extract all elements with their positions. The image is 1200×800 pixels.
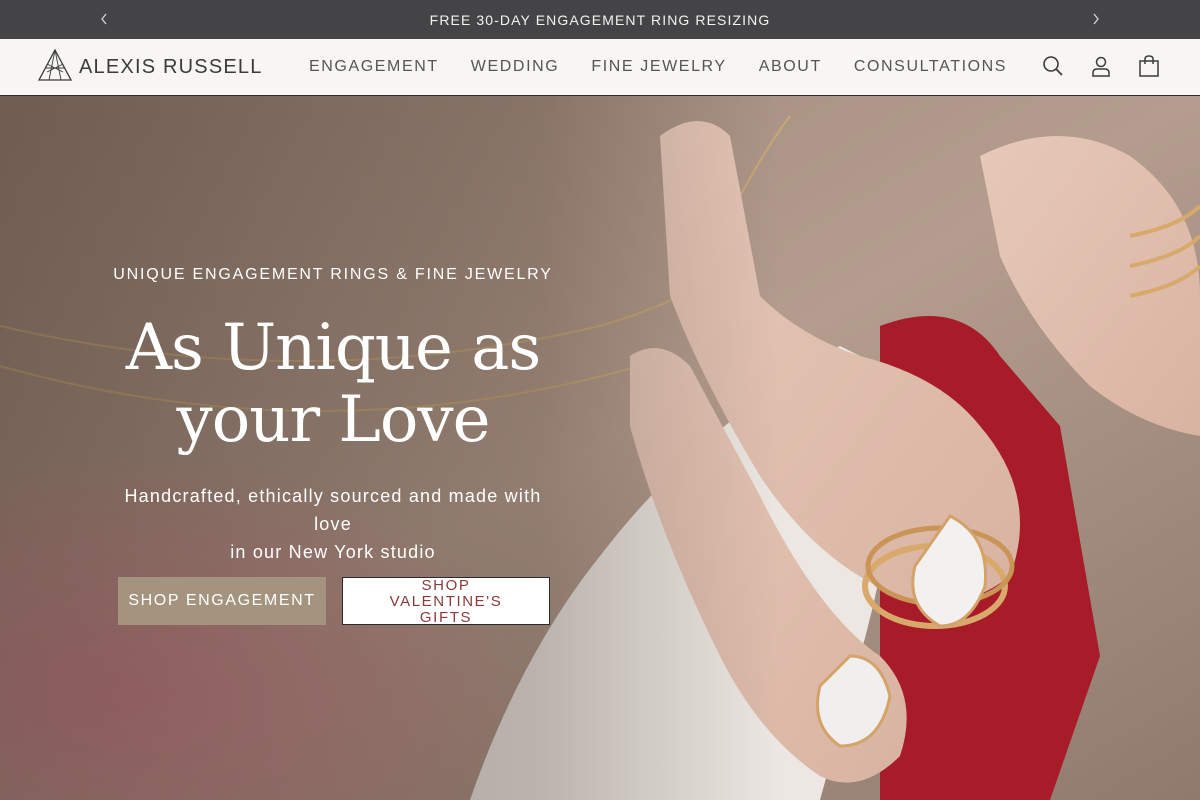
hero-eyebrow: UNIQUE ENGAGEMENT RINGS & FINE JEWELRY	[113, 266, 553, 283]
hero-headline-line1: As Unique as	[125, 311, 541, 385]
diamond-icon	[37, 48, 73, 87]
shop-engagement-button[interactable]: SHOP ENGAGEMENT	[118, 577, 326, 625]
hero-headline-line2: your Love	[176, 383, 491, 457]
site-header: ALEXIS RUSSELL ENGAGEMENT WEDDING FINE J…	[0, 39, 1200, 96]
announcement-bar: FREE 30-DAY ENGAGEMENT RING RESIZING	[0, 0, 1200, 39]
main-nav: ENGAGEMENT WEDDING FINE JEWELRY ABOUT CO…	[309, 39, 1039, 95]
nav-item-about[interactable]: ABOUT	[759, 58, 822, 76]
search-icon[interactable]	[1040, 53, 1066, 79]
chevron-right-icon[interactable]	[1088, 11, 1104, 27]
hero-subtext-line1: Handcrafted, ethically sourced and made …	[124, 486, 542, 534]
hero-cta-row: SHOP ENGAGEMENT SHOP VALENTINE'S GIFTS	[118, 577, 550, 626]
chevron-left-icon[interactable]	[96, 11, 112, 27]
nav-item-consultations[interactable]: CONSULTATIONS	[854, 58, 1007, 76]
brand-logo[interactable]: ALEXIS RUSSELL	[37, 48, 263, 87]
nav-item-engagement[interactable]: ENGAGEMENT	[309, 58, 439, 76]
nav-item-wedding[interactable]: WEDDING	[471, 58, 560, 76]
hero-content: UNIQUE ENGAGEMENT RINGS & FINE JEWELRY A…	[110, 266, 556, 566]
hero-subtext-line2: in our New York studio	[230, 542, 436, 562]
announcement-text: FREE 30-DAY ENGAGEMENT RING RESIZING	[429, 11, 771, 28]
header-actions	[1040, 53, 1162, 79]
hero-banner: UNIQUE ENGAGEMENT RINGS & FINE JEWELRY A…	[0, 96, 1200, 800]
nav-item-fine-jewelry[interactable]: FINE JEWELRY	[591, 58, 726, 76]
shop-valentines-line2: GIFTS	[419, 609, 473, 626]
hero-headline: As Unique as your Love	[110, 312, 556, 456]
account-icon[interactable]	[1088, 53, 1114, 79]
shop-valentines-line1: SHOP VALENTINE'S	[389, 577, 503, 610]
cart-icon[interactable]	[1136, 53, 1162, 79]
hero-subtext: Handcrafted, ethically sourced and made …	[110, 482, 556, 566]
shop-valentines-gifts-button[interactable]: SHOP VALENTINE'S GIFTS	[342, 577, 550, 626]
brand-name: ALEXIS RUSSELL	[79, 55, 263, 78]
